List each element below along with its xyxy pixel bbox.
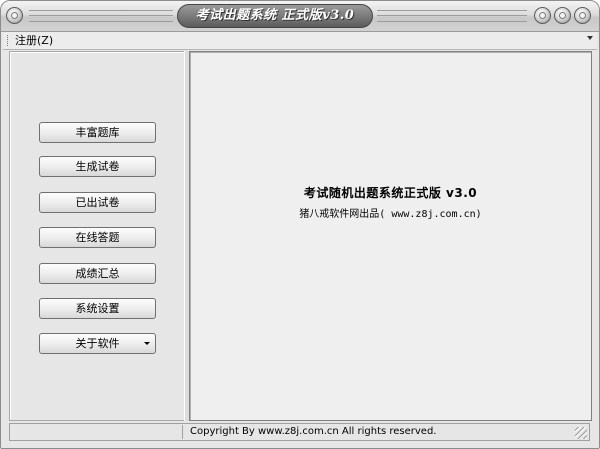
- system-menu-icon[interactable]: [6, 7, 23, 24]
- menu-register[interactable]: 注册(Z): [15, 32, 53, 49]
- dropdown-arrow-icon: [144, 342, 150, 345]
- main-panel: 考试随机出题系统正式版 v3.0 猪八戒软件网出品( www.z8j.com.c…: [189, 51, 592, 421]
- about-software-button[interactable]: 关于软件: [39, 333, 156, 354]
- score-summary-button[interactable]: 成绩汇总: [39, 263, 156, 284]
- product-title: 考试随机出题系统正式版 v3.0: [303, 186, 478, 200]
- generate-paper-button[interactable]: 生成试卷: [39, 156, 156, 177]
- menu-grip-icon: [7, 35, 10, 46]
- product-subtitle: 猪八戒软件网出品( www.z8j.com.cn): [299, 209, 482, 220]
- menu-bar: 注册(Z): [3, 32, 597, 50]
- resize-grip-icon[interactable]: [575, 427, 587, 439]
- sidebar: 丰富题库 生成试卷 已出试卷 在线答题 成绩汇总 系统设置 关于软件: [9, 51, 185, 421]
- app-window: 考试出题系统 正式版v3.0 注册(Z) 丰富题库 生成试卷 已出试卷 在线答题…: [0, 0, 600, 449]
- issued-papers-button[interactable]: 已出试卷: [39, 192, 156, 213]
- status-bar: Copyright By www.z8j.com.cn All rights r…: [9, 423, 590, 441]
- title-bar-groove-left: [29, 10, 173, 22]
- status-panel-left: [12, 425, 183, 439]
- minimize-button[interactable]: [534, 7, 551, 24]
- title-bar[interactable]: 考试出题系统 正式版v3.0: [1, 1, 599, 32]
- title-bar-groove-right: [377, 10, 527, 22]
- maximize-button[interactable]: [554, 7, 571, 24]
- copyright-text: Copyright By www.z8j.com.cn All rights r…: [190, 426, 437, 437]
- close-button[interactable]: [574, 7, 591, 24]
- menu-chevron-down-icon[interactable]: [587, 36, 593, 40]
- question-bank-button[interactable]: 丰富题库: [39, 122, 156, 143]
- window-title: 考试出题系统 正式版v3.0: [177, 4, 373, 28]
- system-settings-button[interactable]: 系统设置: [39, 298, 156, 319]
- about-software-label: 关于软件: [75, 337, 120, 350]
- online-answer-button[interactable]: 在线答题: [39, 227, 156, 248]
